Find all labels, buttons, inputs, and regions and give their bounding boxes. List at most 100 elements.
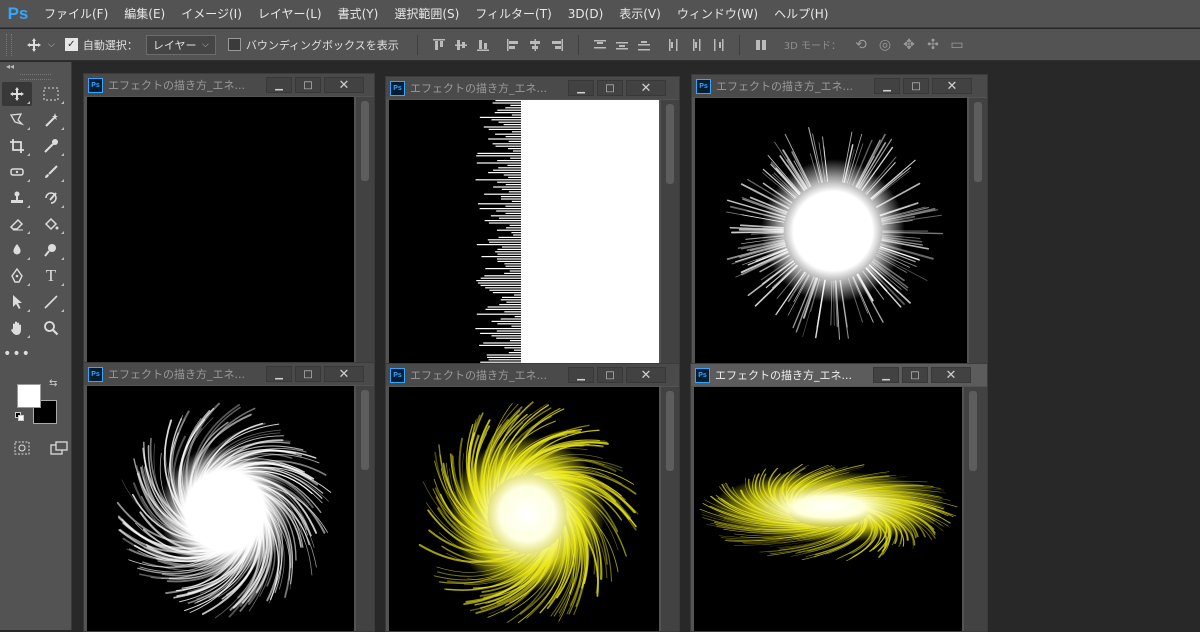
type-tool-icon[interactable]: T (36, 264, 66, 288)
document-title-bar[interactable]: Ps エフェクトの描き方_エネ... ▁ □ ✕ (84, 74, 374, 96)
hand-tool-icon[interactable] (2, 316, 32, 340)
minimize-button[interactable]: ▁ (874, 78, 900, 94)
document-title-bar[interactable]: Ps エフェクトの描き方_エネ... ▁ □ ✕ (691, 364, 987, 386)
crop-tool-icon[interactable] (2, 134, 32, 158)
close-button[interactable]: ✕ (626, 367, 666, 383)
align-top-icon[interactable] (428, 34, 450, 56)
document-window-6[interactable]: Ps エフェクトの描き方_エネ... ▁ □ ✕ (690, 363, 988, 632)
distribute-right-icon[interactable] (707, 34, 729, 56)
distribute-top-icon[interactable] (589, 34, 611, 56)
3d-roll-icon[interactable]: ◎ (873, 34, 897, 56)
document-title-bar[interactable]: Ps エフェクトの描き方_エネ... ▁ □ ✕ (692, 75, 987, 97)
document-window-2[interactable]: Ps エフェクトの描き方_エネ... ▁ □ ✕ (385, 76, 680, 366)
distribute-left-icon[interactable] (663, 34, 685, 56)
history-brush-tool-icon[interactable] (36, 186, 66, 210)
3d-scale-icon[interactable]: ▭ (945, 34, 969, 56)
distribute-vertical-center-icon[interactable] (611, 34, 633, 56)
close-button[interactable]: ✕ (931, 367, 971, 383)
menu-file[interactable]: ファイル(F) (36, 0, 116, 28)
auto-align-layers-icon[interactable] (750, 34, 772, 56)
close-button[interactable]: ✕ (324, 366, 364, 382)
close-button[interactable]: ✕ (324, 77, 364, 93)
screen-mode-icon[interactable] (47, 436, 72, 460)
document-canvas[interactable] (87, 386, 354, 631)
menu-view[interactable]: 表示(V) (611, 0, 669, 28)
default-colors-icon[interactable] (15, 412, 24, 421)
collapse-panel-icon[interactable]: ◂◂ (0, 62, 71, 74)
menu-edit[interactable]: 編集(E) (116, 0, 173, 28)
document-canvas[interactable] (389, 100, 659, 365)
move-tool-preset-icon[interactable] (20, 33, 48, 57)
3d-slide-icon[interactable]: ✣ (921, 34, 945, 56)
maximize-button[interactable]: □ (597, 367, 623, 383)
vertical-scrollbar[interactable] (661, 387, 679, 631)
path-selection-tool-icon[interactable] (2, 290, 32, 314)
document-window-4[interactable]: Ps エフェクトの描き方_エネ... ▁ □ ✕ (83, 362, 375, 632)
3d-pan-icon[interactable]: ✥ (897, 34, 921, 56)
minimize-button[interactable]: ▁ (568, 80, 594, 96)
document-title-bar[interactable]: Ps エフェクトの描き方_エネ... ▁ □ ✕ (386, 364, 679, 386)
align-left-icon[interactable] (502, 34, 524, 56)
zoom-tool-icon[interactable] (36, 316, 66, 340)
vertical-scrollbar[interactable] (661, 100, 679, 365)
minimize-button[interactable]: ▁ (266, 366, 292, 382)
menu-type[interactable]: 書式(Y) (330, 0, 387, 28)
auto-select-checkbox[interactable] (65, 38, 78, 51)
maximize-button[interactable]: □ (903, 78, 929, 94)
quick-mask-icon[interactable] (10, 436, 35, 460)
document-window-1[interactable]: Ps エフェクトの描き方_エネ... ▁ □ ✕ (83, 73, 375, 365)
menu-window[interactable]: ウィンドウ(W) (669, 0, 766, 28)
bounding-box-checkbox[interactable] (228, 38, 241, 51)
paint-bucket-tool-icon[interactable] (36, 212, 66, 236)
distribute-horizontal-center-icon[interactable] (685, 34, 707, 56)
vertical-scrollbar[interactable] (356, 386, 374, 631)
distribute-bottom-icon[interactable] (633, 34, 655, 56)
swap-colors-icon[interactable]: ⇆ (49, 378, 57, 389)
vertical-scrollbar[interactable] (356, 97, 374, 364)
blur-tool-icon[interactable] (2, 238, 32, 262)
close-button[interactable]: ✕ (626, 80, 666, 96)
lasso-tool-icon[interactable] (2, 108, 32, 132)
clone-stamp-tool-icon[interactable] (2, 186, 32, 210)
align-bottom-icon[interactable] (472, 34, 494, 56)
document-canvas[interactable] (694, 387, 962, 631)
auto-select-target-dropdown[interactable]: レイヤー ⌵ (146, 35, 216, 55)
minimize-button[interactable]: ▁ (568, 367, 594, 383)
document-canvas[interactable] (87, 97, 354, 364)
menu-layer[interactable]: レイヤー(L) (250, 0, 330, 28)
document-title-bar[interactable]: Ps エフェクトの描き方_エネ... ▁ □ ✕ (386, 77, 679, 99)
eraser-tool-icon[interactable] (2, 212, 32, 236)
chevron-down-icon[interactable]: ⌵ (48, 40, 55, 50)
minimize-button[interactable]: ▁ (266, 77, 292, 93)
pen-tool-icon[interactable] (2, 264, 32, 288)
line-tool-icon[interactable] (36, 290, 66, 314)
menu-image[interactable]: イメージ(I) (173, 0, 250, 28)
align-vertical-center-icon[interactable] (450, 34, 472, 56)
document-canvas[interactable] (695, 98, 967, 365)
maximize-button[interactable]: □ (597, 80, 623, 96)
close-button[interactable]: ✕ (932, 78, 972, 94)
document-canvas[interactable] (389, 387, 659, 631)
brush-tool-icon[interactable] (36, 160, 66, 184)
menu-help[interactable]: ヘルプ(H) (766, 0, 836, 28)
document-window-3[interactable]: Ps エフェクトの描き方_エネ... ▁ □ ✕ (691, 74, 988, 366)
maximize-button[interactable]: □ (295, 77, 321, 93)
document-title-bar[interactable]: Ps エフェクトの描き方_エネ... ▁ □ ✕ (84, 363, 374, 385)
eyedropper-tool-icon[interactable] (36, 134, 66, 158)
3d-orbit-icon[interactable]: ⟲ (849, 34, 873, 56)
vertical-scrollbar[interactable] (969, 98, 987, 365)
menu-3d[interactable]: 3D(D) (560, 0, 611, 28)
vertical-scrollbar[interactable] (964, 387, 987, 631)
maximize-button[interactable]: □ (902, 367, 928, 383)
magic-wand-tool-icon[interactable] (36, 108, 66, 132)
options-grip[interactable] (6, 34, 12, 56)
dodge-tool-icon[interactable] (36, 238, 66, 262)
menu-select[interactable]: 選択範囲(S) (386, 0, 467, 28)
more-tools-icon[interactable]: ••• (2, 342, 32, 366)
foreground-color-swatch[interactable] (17, 384, 41, 408)
maximize-button[interactable]: □ (295, 366, 321, 382)
align-horizontal-center-icon[interactable] (524, 34, 546, 56)
move-tool-icon[interactable] (2, 82, 32, 106)
healing-brush-tool-icon[interactable] (2, 160, 32, 184)
align-right-icon[interactable] (546, 34, 568, 56)
